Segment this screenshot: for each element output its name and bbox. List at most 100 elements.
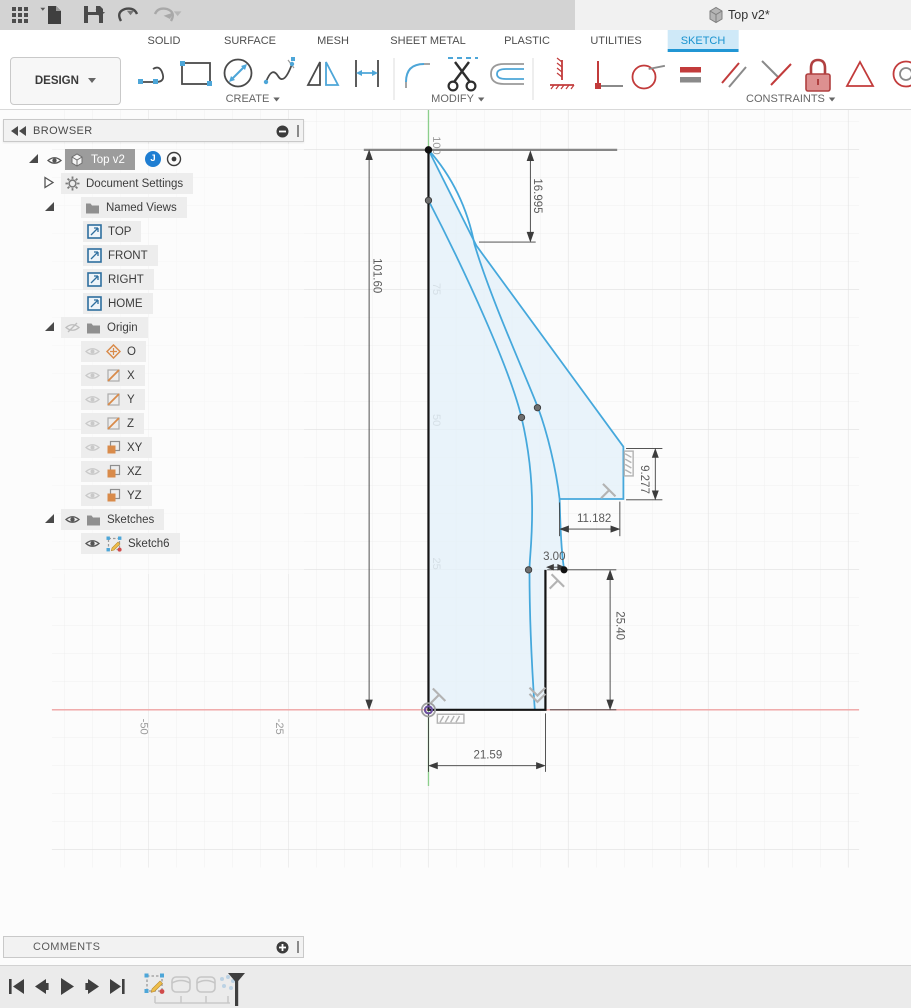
timeline-playback-controls bbox=[9, 978, 125, 995]
document-cube-icon bbox=[709, 6, 723, 24]
line-tool-icon[interactable] bbox=[138, 66, 165, 84]
play-button[interactable] bbox=[61, 978, 74, 995]
component-pill[interactable]: Top v2 bbox=[65, 149, 135, 170]
browser-header[interactable]: BROWSER bbox=[3, 119, 304, 142]
dim-notch-height[interactable]: 9.277 bbox=[638, 465, 650, 494]
fillet-tool-icon[interactable] bbox=[405, 63, 430, 88]
mirror-tool-icon[interactable] bbox=[306, 61, 340, 86]
tree-row-origin[interactable]: Origin bbox=[3, 316, 304, 340]
skip-to-end-button[interactable] bbox=[110, 979, 125, 994]
dim-upper-drop[interactable]: 16.995 bbox=[531, 178, 543, 213]
expand-open-icon[interactable] bbox=[27, 152, 40, 165]
eye-visible-icon[interactable] bbox=[47, 155, 62, 166]
circle-tool-icon[interactable] bbox=[223, 58, 253, 88]
group-label-modify[interactable]: MODIFY bbox=[431, 93, 485, 105]
perpendicular-constraint-icon[interactable] bbox=[761, 60, 792, 86]
expand-open-icon[interactable] bbox=[43, 320, 56, 333]
collaborator-badge[interactable]: J bbox=[145, 151, 161, 167]
comments-title: COMMENTS bbox=[33, 941, 101, 953]
panel-drag-handle[interactable] bbox=[297, 941, 299, 953]
timeline-item-sketch[interactable] bbox=[144, 973, 165, 994]
eye-visible-icon[interactable] bbox=[65, 514, 80, 525]
tree-row-view-front[interactable]: FRONT bbox=[3, 244, 304, 268]
tab-mesh[interactable]: MESH bbox=[304, 30, 362, 52]
tree-row-view-right[interactable]: RIGHT bbox=[3, 268, 304, 292]
app-grid-icon[interactable] bbox=[12, 7, 28, 23]
axis-icon bbox=[107, 369, 120, 382]
redo-icon[interactable] bbox=[153, 7, 174, 22]
dim-base-width[interactable]: 21.59 bbox=[473, 750, 502, 762]
expand-closed-icon[interactable] bbox=[43, 176, 55, 189]
tab-surface[interactable]: SURFACE bbox=[211, 30, 289, 52]
redo-caret-icon[interactable] bbox=[173, 11, 182, 17]
group-label-create[interactable]: CREATE bbox=[226, 93, 281, 105]
eye-hidden-icon[interactable] bbox=[85, 466, 100, 477]
step-back-button[interactable] bbox=[35, 979, 49, 994]
timeline-item-suppressed-feature[interactable] bbox=[196, 976, 216, 993]
trim-tool-icon[interactable] bbox=[447, 57, 478, 92]
fix-constraint-icon[interactable] bbox=[805, 58, 831, 92]
horizontal-vertical-constraint-icon[interactable] bbox=[550, 57, 575, 90]
tree-row-view-top[interactable]: TOP bbox=[3, 220, 304, 244]
eye-hidden-icon[interactable] bbox=[85, 418, 100, 429]
dim-step-width[interactable]: 3.00 bbox=[543, 551, 565, 563]
row-label: XZ bbox=[127, 465, 142, 478]
undo-caret-icon[interactable] bbox=[126, 10, 135, 16]
row-label: XY bbox=[127, 441, 143, 454]
tab-sheet-metal[interactable]: SHEET METAL bbox=[377, 30, 478, 52]
tree-row-axis-x[interactable]: X bbox=[3, 364, 304, 388]
symmetry-constraint-icon[interactable] bbox=[845, 60, 875, 87]
component-cube-icon bbox=[71, 152, 83, 167]
dim-notch-width[interactable]: 11.182 bbox=[577, 513, 611, 525]
tree-row-named-views[interactable]: Named Views bbox=[3, 196, 304, 220]
named-view-icon bbox=[87, 248, 102, 263]
tab-utilities[interactable]: UTILITIES bbox=[577, 30, 654, 52]
expand-open-icon[interactable] bbox=[43, 512, 56, 525]
tree-row-document-settings[interactable]: Document Settings bbox=[3, 172, 304, 196]
tree-row-axis-z[interactable]: Z bbox=[3, 412, 304, 436]
tree-row-sketch6[interactable]: Sketch6 bbox=[3, 532, 304, 556]
collapse-panel-icon[interactable] bbox=[11, 126, 29, 138]
row-label: HOME bbox=[108, 297, 143, 310]
tree-row-plane-yz[interactable]: YZ bbox=[3, 484, 304, 508]
tab-plastic[interactable]: PLASTIC bbox=[491, 30, 563, 52]
eye-hidden-icon[interactable] bbox=[85, 442, 100, 453]
tree-row-plane-xy[interactable]: XY bbox=[3, 436, 304, 460]
group-label-constraints[interactable]: CONSTRAINTS bbox=[746, 93, 836, 105]
offset-tool-icon[interactable] bbox=[490, 63, 524, 85]
tree-row-axis-y[interactable]: Y bbox=[3, 388, 304, 412]
dim-overall-height[interactable]: 101.60 bbox=[371, 258, 383, 293]
coincident-constraint-icon[interactable] bbox=[595, 61, 623, 89]
step-forward-button[interactable] bbox=[85, 979, 99, 994]
tab-solid[interactable]: SOLID bbox=[134, 30, 193, 52]
concentric-constraint-icon[interactable] bbox=[892, 60, 911, 88]
eye-hidden-icon[interactable] bbox=[85, 346, 100, 357]
eye-hidden-icon[interactable] bbox=[85, 490, 100, 501]
spline-tool-icon[interactable] bbox=[263, 57, 295, 85]
expand-open-icon[interactable] bbox=[43, 200, 56, 213]
dim-step-height[interactable]: 25.40 bbox=[613, 611, 625, 640]
tree-row-view-home[interactable]: HOME bbox=[3, 292, 304, 316]
tree-row-component[interactable]: Top v2 J bbox=[3, 148, 304, 172]
tree-row-sketches[interactable]: Sketches bbox=[3, 508, 304, 532]
comments-bar[interactable]: COMMENTS bbox=[3, 936, 304, 958]
eye-hidden-icon[interactable] bbox=[85, 394, 100, 405]
tangent-constraint-icon[interactable] bbox=[631, 62, 666, 90]
file-icon[interactable] bbox=[40, 6, 61, 24]
tree-row-plane-xz[interactable]: XZ bbox=[3, 460, 304, 484]
eye-hidden-icon[interactable] bbox=[65, 322, 80, 333]
skip-to-start-button[interactable] bbox=[9, 979, 24, 994]
eye-hidden-icon[interactable] bbox=[85, 370, 100, 381]
equal-constraint-icon[interactable] bbox=[680, 67, 701, 83]
add-comment-icon[interactable] bbox=[276, 941, 289, 954]
parallel-constraint-icon[interactable] bbox=[721, 62, 747, 88]
sketch-dimension-tool-icon[interactable] bbox=[355, 60, 379, 87]
tab-sketch[interactable]: SKETCH bbox=[667, 30, 739, 52]
minimize-panel-icon[interactable] bbox=[276, 125, 289, 138]
timeline-item-suppressed-feature[interactable] bbox=[171, 976, 191, 993]
tree-row-origin-point[interactable]: O bbox=[3, 340, 304, 364]
panel-drag-handle[interactable] bbox=[297, 125, 299, 137]
activate-component-icon[interactable] bbox=[166, 151, 182, 167]
eye-visible-icon[interactable] bbox=[85, 538, 100, 549]
rectangle-tool-icon[interactable] bbox=[180, 61, 212, 86]
